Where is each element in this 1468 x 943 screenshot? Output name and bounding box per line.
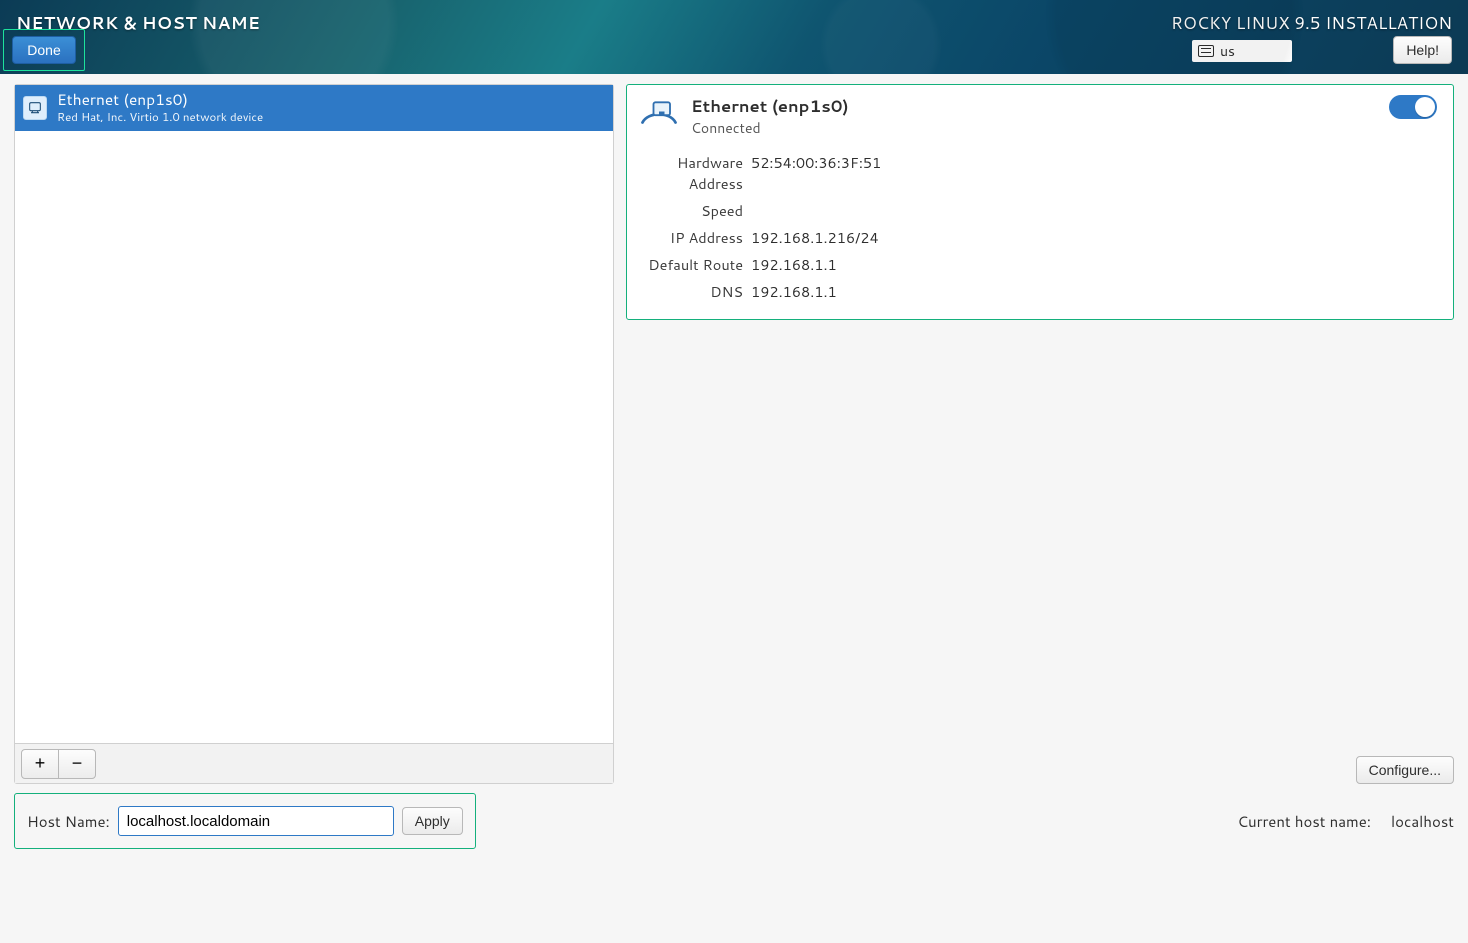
details-device-name: Ethernet (enp1s0) <box>691 95 849 118</box>
prop-value: 192.168.1.216/24 <box>751 227 879 248</box>
configure-row: Configure... <box>626 756 1454 784</box>
ethernet-icon <box>23 96 47 120</box>
main-area: Ethernet (enp1s0) Red Hat, Inc. Virtio 1… <box>0 74 1468 943</box>
device-list-items[interactable]: Ethernet (enp1s0) Red Hat, Inc. Virtio 1… <box>15 85 613 743</box>
header-bar: NETWORK & HOST NAME ROCKY LINUX 9.5 INST… <box>0 0 1468 74</box>
prop-label: IP Address <box>637 227 743 248</box>
prop-hardware-address: Hardware Address 52:54:00:36:3F:51 <box>637 149 1437 197</box>
connection-toggle[interactable] <box>1389 95 1437 119</box>
device-item[interactable]: Ethernet (enp1s0) Red Hat, Inc. Virtio 1… <box>15 85 613 131</box>
hostname-bar: Host Name: Apply Current host name: loca… <box>14 793 1454 849</box>
current-hostname: Current host name: localhost <box>1237 811 1454 832</box>
done-button[interactable]: Done <box>12 36 75 64</box>
device-list-toolbar: + − <box>15 743 613 783</box>
prop-dns: DNS 192.168.1.1 <box>637 278 1437 305</box>
device-list: Ethernet (enp1s0) Red Hat, Inc. Virtio 1… <box>14 84 614 784</box>
add-device-button[interactable]: + <box>21 749 59 779</box>
keyboard-layout-label: us <box>1220 41 1235 61</box>
prop-speed: Speed <box>637 197 1437 224</box>
prop-ip: IP Address 192.168.1.216/24 <box>637 224 1437 251</box>
prop-label: DNS <box>637 281 743 302</box>
details-header: Ethernet (enp1s0) Connected <box>637 95 1437 139</box>
prop-value: 192.168.1.1 <box>751 281 837 302</box>
remove-device-button[interactable]: − <box>58 749 96 779</box>
details-device-status: Connected <box>691 118 849 138</box>
prop-label: Default Route <box>637 254 743 275</box>
window-scrollbar[interactable] <box>1454 74 1468 943</box>
scrollbar-thumb[interactable] <box>1456 74 1466 943</box>
ethernet-large-icon <box>637 95 681 139</box>
help-button[interactable]: Help! <box>1393 36 1452 64</box>
prop-label: Hardware Address <box>637 152 743 194</box>
hostname-input[interactable] <box>118 806 394 836</box>
device-item-desc: Red Hat, Inc. Virtio 1.0 network device <box>57 108 263 125</box>
device-item-labels: Ethernet (enp1s0) Red Hat, Inc. Virtio 1… <box>57 91 263 125</box>
keyboard-layout-indicator[interactable]: us <box>1192 40 1292 62</box>
device-item-name: Ethernet (enp1s0) <box>57 91 263 108</box>
keyboard-icon <box>1198 45 1214 57</box>
prop-value: 52:54:00:36:3F:51 <box>751 152 881 194</box>
prop-label: Speed <box>637 200 743 221</box>
details-properties: Hardware Address 52:54:00:36:3F:51 Speed… <box>637 149 1437 305</box>
prop-value: 192.168.1.1 <box>751 254 837 275</box>
configure-button[interactable]: Configure... <box>1356 756 1454 784</box>
done-focus-ring: Done <box>3 29 85 71</box>
prop-default-route: Default Route 192.168.1.1 <box>637 251 1437 278</box>
hostname-label: Host Name: <box>27 811 110 832</box>
details-titles: Ethernet (enp1s0) Connected <box>691 95 849 138</box>
apply-hostname-button[interactable]: Apply <box>402 807 463 835</box>
hostname-group: Host Name: Apply <box>14 793 476 849</box>
split-pane: Ethernet (enp1s0) Red Hat, Inc. Virtio 1… <box>14 84 1454 784</box>
device-details-panel: Ethernet (enp1s0) Connected Hardware Add… <box>626 84 1454 320</box>
details-wrap: Ethernet (enp1s0) Connected Hardware Add… <box>626 84 1454 784</box>
current-hostname-label: Current host name: <box>1237 811 1371 832</box>
installer-title: ROCKY LINUX 9.5 INSTALLATION <box>1171 11 1452 35</box>
current-hostname-value: localhost <box>1391 811 1454 832</box>
